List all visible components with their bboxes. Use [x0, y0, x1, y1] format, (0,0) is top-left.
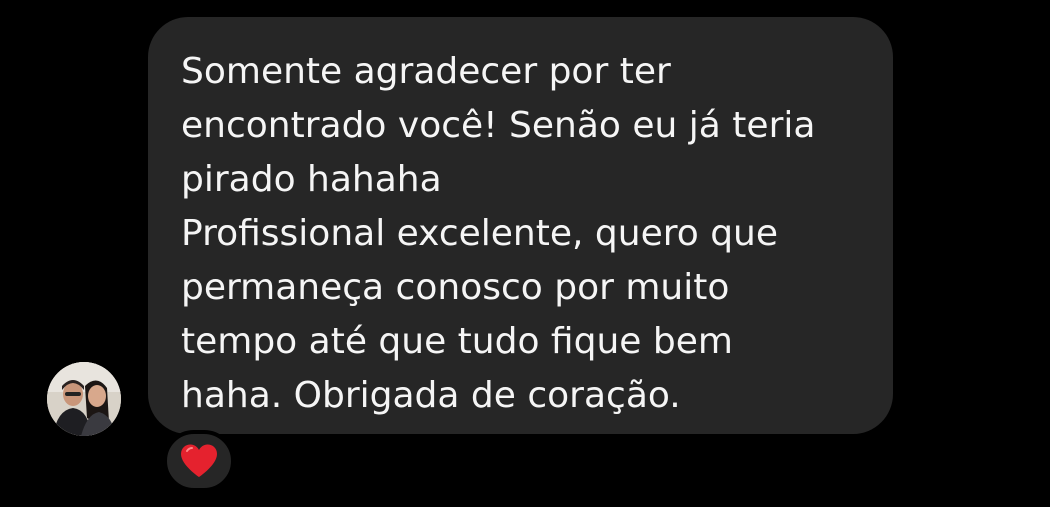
- message-line: Profissional excelente, quero que: [181, 213, 779, 254]
- reaction-badge[interactable]: [163, 430, 235, 492]
- sender-avatar[interactable]: [47, 362, 121, 436]
- message-line: tempo até que tudo fique bem: [181, 321, 733, 362]
- red-heart-icon: [181, 444, 217, 477]
- message-bubble[interactable]: Somente agradecer por ter encontrado voc…: [148, 17, 893, 434]
- message-line: pirado hahaha: [181, 159, 442, 200]
- profile-photo-couple-icon: [47, 362, 121, 436]
- message-line: haha. Obrigada de coração.: [181, 375, 681, 416]
- message-line: Somente agradecer por ter: [181, 51, 671, 92]
- message-line: encontrado você! Senão eu já teria: [181, 105, 816, 146]
- message-line: permaneça conosco por muito: [181, 267, 730, 308]
